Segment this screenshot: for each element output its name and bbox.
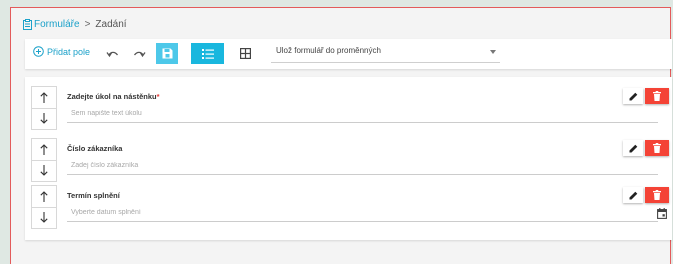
trash-icon [653, 190, 661, 200]
arrow-down-icon [40, 212, 48, 223]
form-builder-panel: Formuláře > Zadání Přidat pole Ulož form… [10, 7, 672, 264]
undo-icon [105, 51, 118, 57]
field-label: Číslo zákazníka [67, 144, 123, 153]
redo-icon [133, 51, 146, 57]
save-icon [162, 48, 172, 59]
required-marker: * [156, 92, 160, 101]
add-field-label: Přidat pole [47, 46, 91, 57]
plus-circle-icon [33, 46, 44, 57]
delete-field-button[interactable] [645, 140, 669, 156]
save-target-select[interactable]: Ulož formulář do proměnných [271, 44, 500, 63]
delete-field-button[interactable] [645, 88, 669, 104]
field-row: Číslo zákazníka [25, 138, 672, 184]
list-view-button[interactable] [191, 43, 224, 64]
move-down-button[interactable] [32, 108, 56, 129]
breadcrumb-current: Zadání [95, 18, 127, 30]
field-label: Zadejte úkol na nástěnku* [67, 92, 160, 101]
breadcrumb-separator: > [84, 18, 91, 30]
list-view-icon [201, 48, 214, 59]
add-field-button[interactable]: Přidat pole [33, 46, 90, 57]
save-button[interactable] [156, 43, 178, 64]
form-fields-list: Zadejte úkol na nástěnku* Číslo zákazník… [25, 77, 672, 240]
move-down-button[interactable] [32, 207, 56, 228]
edit-field-button[interactable] [623, 140, 643, 156]
redo-button[interactable] [128, 43, 150, 64]
arrow-down-icon [40, 113, 48, 124]
reorder-arrows [31, 185, 57, 229]
due-date-input[interactable] [67, 204, 658, 222]
toolbar: Přidat pole Ulož formulář do proměnných [25, 39, 672, 69]
move-up-button[interactable] [32, 87, 56, 109]
pencil-icon [629, 191, 637, 199]
move-down-button[interactable] [32, 160, 56, 181]
chevron-down-icon [490, 50, 496, 54]
edit-field-button[interactable] [623, 88, 643, 104]
task-text-input[interactable] [67, 105, 658, 123]
field-row: Zadejte úkol na nástěnku* [25, 86, 672, 132]
edit-field-button[interactable] [623, 187, 643, 203]
calendar-button[interactable] [656, 207, 668, 219]
grid-view-icon [239, 48, 251, 59]
arrow-down-icon [40, 165, 48, 176]
move-up-button[interactable] [32, 139, 56, 161]
pencil-icon [629, 144, 637, 152]
arrow-up-icon [40, 144, 48, 155]
customer-number-input[interactable] [67, 157, 658, 175]
clipboard-icon [23, 18, 32, 30]
save-target-value: Ulož formulář do proměnných [276, 46, 381, 55]
field-row: Termín splnění [25, 185, 672, 231]
calendar-icon [657, 207, 667, 219]
reorder-arrows [31, 86, 57, 130]
arrow-up-icon [40, 191, 48, 202]
move-up-button[interactable] [32, 186, 56, 208]
breadcrumb: Formuláře > Zadání [23, 17, 127, 31]
trash-icon [653, 143, 661, 153]
arrow-up-icon [40, 92, 48, 103]
trash-icon [653, 91, 661, 101]
reorder-arrows [31, 138, 57, 182]
delete-field-button[interactable] [645, 187, 669, 203]
undo-button[interactable] [101, 43, 123, 64]
pencil-icon [629, 92, 637, 100]
field-label: Termín splnění [67, 191, 120, 200]
grid-view-button[interactable] [234, 43, 256, 64]
breadcrumb-link-formulare[interactable]: Formuláře [34, 19, 80, 30]
